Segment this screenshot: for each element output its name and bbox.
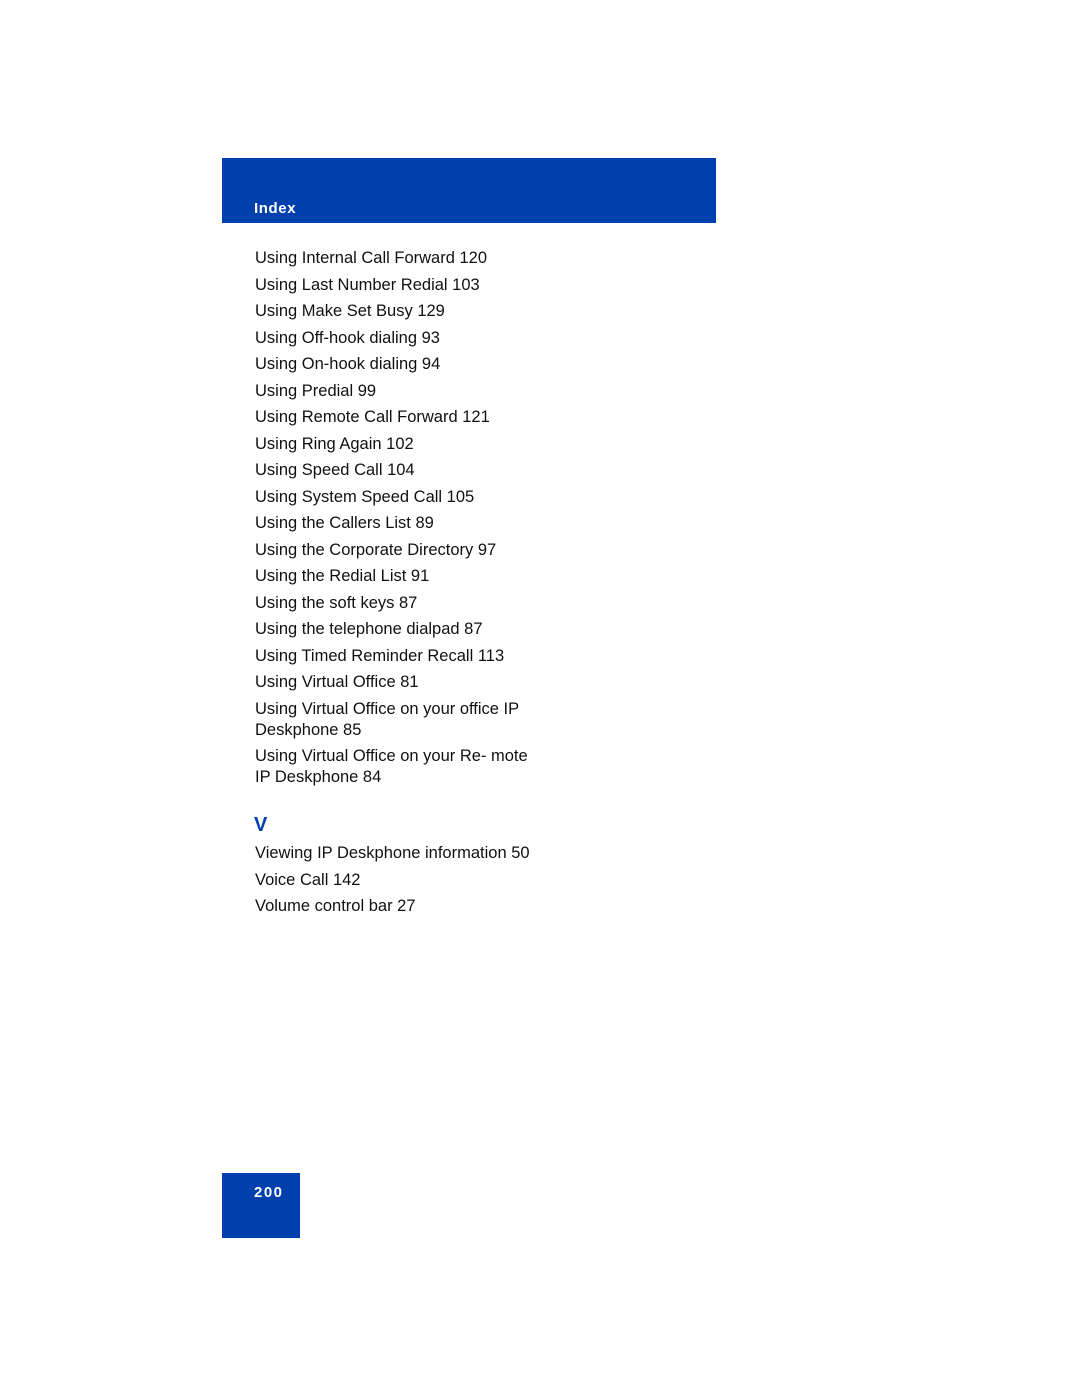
index-entry: Using Predial 99 <box>255 381 377 400</box>
index-entry: Using Ring Again 102 <box>255 434 414 453</box>
index-entries-u: Using Internal Call Forward 120 Using La… <box>255 248 535 794</box>
index-entry: Using Speed Call 104 <box>255 461 415 479</box>
index-entry: Volume control bar 27 <box>255 897 416 915</box>
index-entry: Using Last Number Redial 103 <box>255 275 480 294</box>
index-entry: Using the Callers List 89 <box>255 514 434 532</box>
index-entry: Using Timed Reminder Recall 113 <box>255 646 505 665</box>
section-heading-v: V <box>254 814 268 836</box>
page-number: 200 <box>254 1184 284 1201</box>
index-entry: Using System Speed Call 105 <box>255 487 475 506</box>
index-entry: Using Internal Call Forward 120 <box>255 249 488 267</box>
index-entry: Using Virtual Office on your Re- mote IP… <box>255 747 528 786</box>
header-band: Index <box>222 158 716 223</box>
index-entry: Using Remote Call Forward 121 <box>255 408 490 426</box>
index-entry: Using Off-hook dialing 93 <box>255 328 440 347</box>
index-entries-v: Viewing IP Deskphone information 50 Voic… <box>255 843 535 923</box>
index-entry: Using Virtual Office 81 <box>255 673 419 691</box>
index-entry: Using the soft keys 87 <box>255 593 418 612</box>
page-title: Index <box>254 200 297 217</box>
page-number-box: 200 <box>222 1173 300 1238</box>
index-entry: Using Virtual Office on your office IP D… <box>255 699 519 739</box>
index-entry: Using On-hook dialing 94 <box>255 355 441 373</box>
index-entry: Using the Corporate Directory 97 <box>255 540 497 559</box>
index-entry: Using Make Set Busy 129 <box>255 302 445 320</box>
index-entry: Using the telephone dialpad 87 <box>255 620 483 638</box>
index-entry: Viewing IP Deskphone information 50 <box>255 844 530 862</box>
index-entry: Using the Redial List 91 <box>255 567 430 585</box>
index-entry: Voice Call 142 <box>255 870 361 889</box>
